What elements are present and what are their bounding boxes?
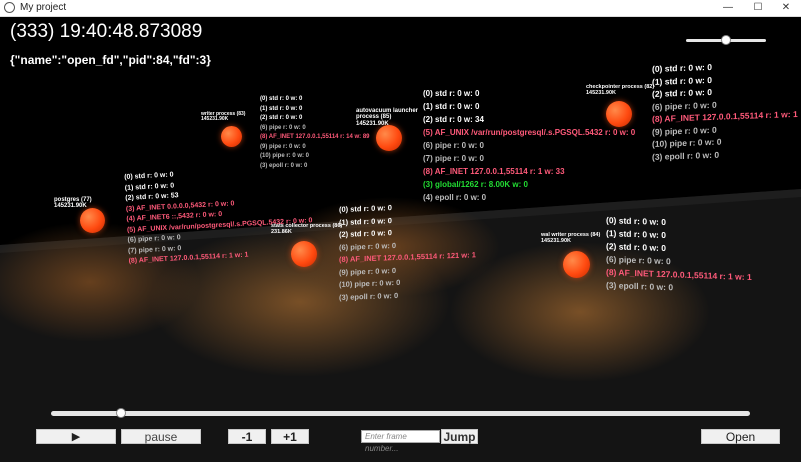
app-icon	[4, 2, 15, 13]
zoom-slider-handle[interactable]	[721, 35, 731, 45]
fd-entry: (2) std r: 0 w: 0	[260, 115, 303, 121]
process-node-writer[interactable]	[221, 126, 242, 147]
fd-list-autovacuum: (0) std r: 0 w: 0 (1) std r: 0 w: 0 (2) st…	[423, 87, 635, 204]
timeline-slider-track[interactable]	[51, 411, 750, 416]
fd-entry: (1) std r: 0 w: 0	[423, 102, 480, 111]
minimize-icon[interactable]: —	[714, 0, 742, 16]
event-display: {"name":"open_fd","pid":84,"fd":3}	[10, 53, 211, 67]
process-label-walwriter: wal writer process (84) 145231.90K	[541, 232, 601, 244]
fd-list-walwriter: (0) std r: 0 w: 0 (1) std r: 0 w: 0 (2) st…	[606, 214, 752, 297]
fd-entry: (8) AF_INET 127.0.0.1,55114 r: 14 w: 89	[260, 134, 370, 140]
fd-entry: (3) epoll r: 0 w: 0	[260, 162, 308, 169]
fd-entry: (0) std r: 0 w: 0	[260, 96, 303, 102]
process-node-autovacuum[interactable]	[376, 125, 402, 151]
step-back-button[interactable]: -1	[228, 429, 266, 444]
fd-entry: (2) std r: 0 w: 34	[423, 115, 484, 124]
process-label-writer: writer process (83) 145231.90K	[201, 111, 246, 123]
fd-list-checkpointer: (0) std r: 0 w: 0 (1) std r: 0 w: 0 (2) st…	[652, 58, 798, 163]
step-forward-button[interactable]: +1	[271, 429, 309, 444]
fd-entry: (1) std r: 0 w: 0	[260, 105, 303, 112]
process-label-postgres: postgres (77) 145231.90K	[54, 197, 92, 210]
open-button[interactable]: Open	[701, 429, 780, 444]
jump-button[interactable]: Jump	[441, 429, 478, 444]
process-label-autovacuum: autovacuum launcher process (85) 145231.90…	[356, 108, 419, 127]
timestamp-display: (333) 19:40:48.873089	[10, 21, 203, 42]
fd-entry: (8) AF_INET 127.0.0.1,55114 r: 1 w: 33	[423, 167, 565, 176]
fd-entry: (5) AF_UNIX /var/run/postgresql/.s.PGSQL…	[423, 128, 636, 137]
window-title: My project	[20, 2, 67, 13]
timeline-slider-handle[interactable]	[115, 408, 126, 418]
fd-list-postgres: (0) std r: 0 w: 0 (1) std r: 0 w: 0 (2) st…	[124, 163, 314, 267]
fd-entry: (3) global/1262 r: 8.00K w: 0	[423, 180, 528, 189]
play-icon: ▶	[71, 431, 81, 443]
fd-entry: (6) pipe r: 0 w: 0	[260, 124, 306, 131]
fd-entry: (7) pipe r: 0 w: 0	[423, 154, 484, 163]
fd-list-stats: (0) std r: 0 w: 0 (1) std r: 0 w: 0 (2) st…	[339, 199, 476, 304]
window-titlebar: My project — ☐ ✕	[0, 0, 801, 17]
process-label-stats: stats collector process (86) 231.86K	[271, 223, 343, 235]
frame-number-input[interactable]: Enter frame number...	[361, 430, 440, 453]
maximize-icon[interactable]: ☐	[744, 0, 772, 16]
process-node-walwriter[interactable]	[563, 251, 590, 278]
process-node-postgres[interactable]	[80, 208, 105, 233]
pause-button[interactable]: pause	[121, 429, 201, 444]
fd-entry: (10) pipe r: 0 w: 0	[260, 153, 310, 159]
process-node-stats[interactable]	[291, 241, 317, 267]
play-button[interactable]: ▶	[36, 429, 116, 444]
process-node-checkpointer[interactable]	[606, 101, 632, 127]
scene-viewport[interactable]: (333) 19:40:48.873089 {"name":"open_fd",…	[0, 17, 801, 462]
fd-list-writer: (0) std r: 0 w: 0 (1) std r: 0 w: 0 (2) st…	[260, 95, 370, 171]
process-label-checkpointer: checkpointer process (82) 145231.90K	[586, 84, 655, 96]
close-icon[interactable]: ✕	[772, 0, 800, 16]
fd-entry: (6) pipe r: 0 w: 0	[423, 141, 484, 150]
fd-entry: (9) pipe r: 0 w: 0	[260, 143, 306, 150]
